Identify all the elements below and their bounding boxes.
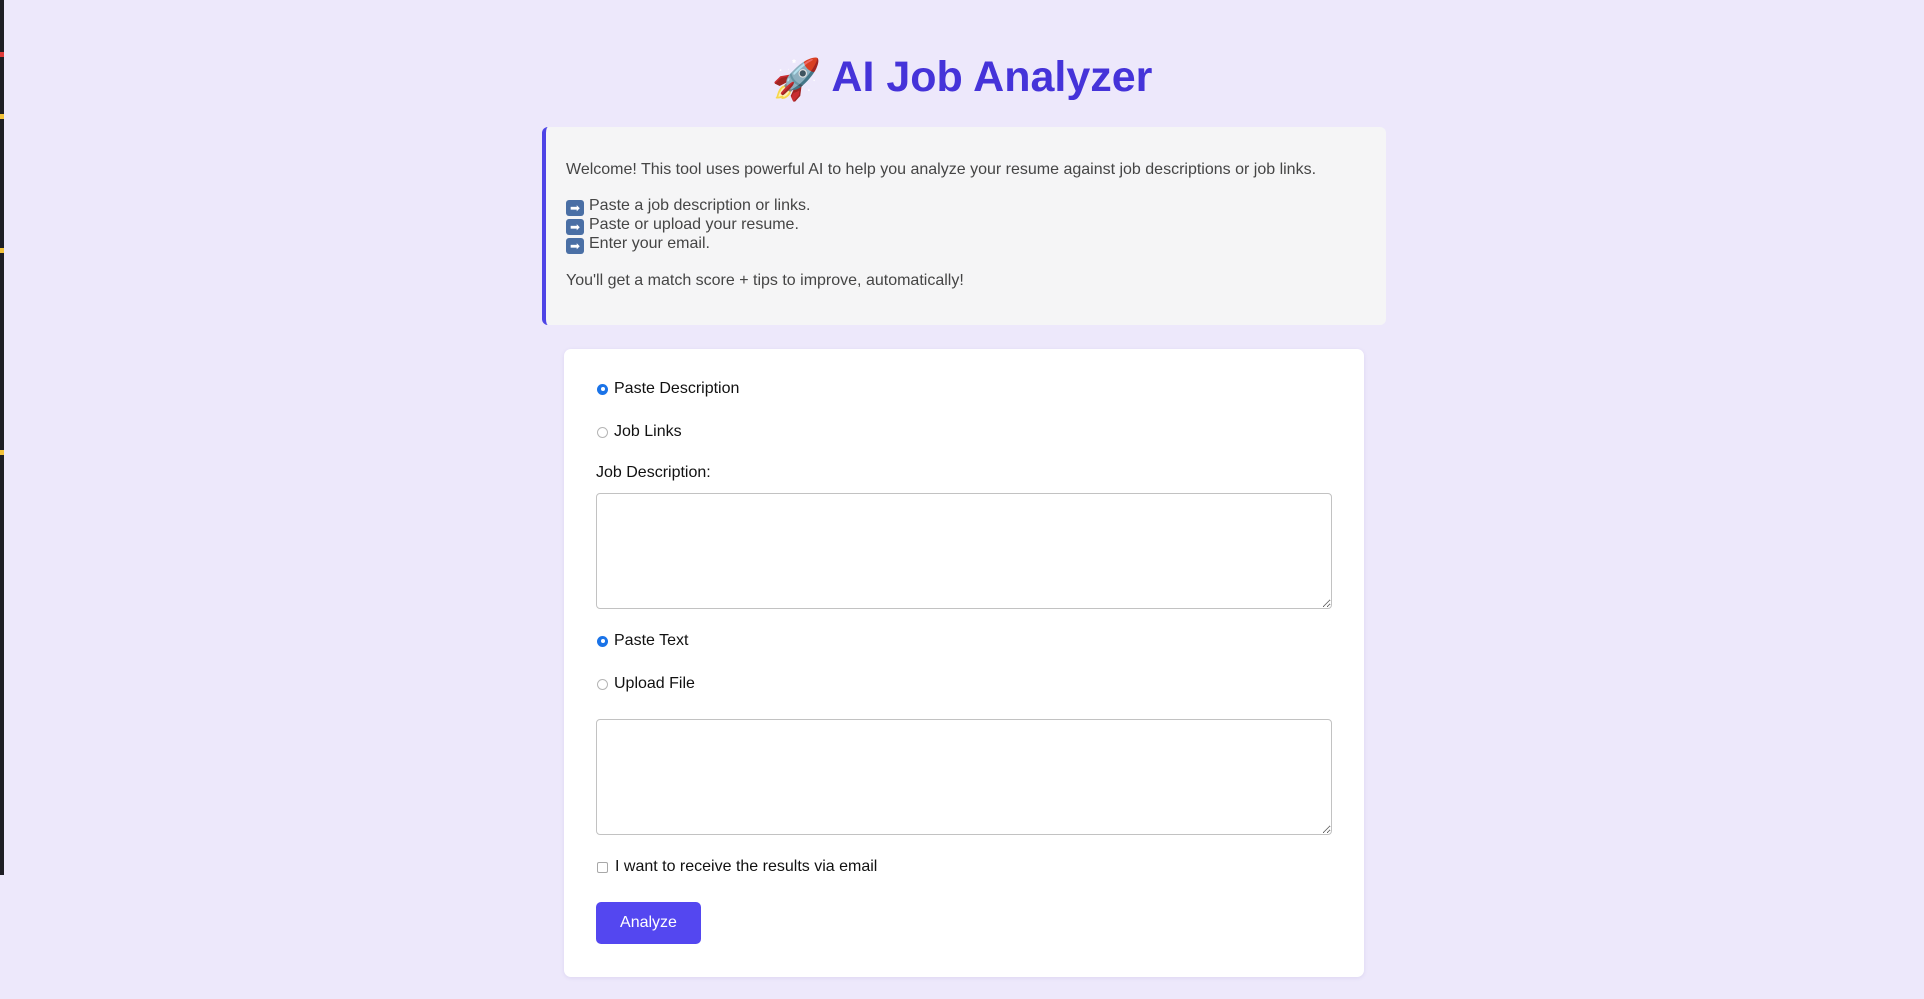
step-item: ➡ Paste or upload your resume. <box>566 216 1366 235</box>
step-item: ➡ Paste a job description or links. <box>566 197 1366 216</box>
radio-label: Paste Text <box>614 632 689 649</box>
arrow-right-icon: ➡ <box>566 219 584 235</box>
step-text: Paste a job description or links. <box>589 197 811 214</box>
radio-label: Paste Description <box>614 380 740 397</box>
radio-label: Upload File <box>614 675 695 692</box>
outro-text: You'll get a match score + tips to impro… <box>566 272 964 289</box>
radio-upload-file[interactable]: Upload File <box>597 674 695 694</box>
arrow-right-icon: ➡ <box>566 238 584 254</box>
analyze-button[interactable]: Analyze <box>596 902 701 944</box>
email-checkbox-label: I want to receive the results via email <box>615 858 878 875</box>
radio-paste-description[interactable]: Paste Description <box>597 379 739 399</box>
edge-marker <box>0 450 4 455</box>
background-window-edge <box>0 0 4 875</box>
radio-button-selected[interactable] <box>597 383 608 395</box>
edge-marker <box>0 114 4 119</box>
page: 🚀 AI Job Analyzer Welcome! This tool uses… <box>0 0 1924 999</box>
arrow-right-icon: ➡ <box>566 200 584 216</box>
step-text: Paste or upload your resume. <box>589 216 799 233</box>
radio-button-selected[interactable] <box>597 635 608 647</box>
radio-button[interactable] <box>597 678 608 690</box>
page-title-text: AI Job Analyzer <box>831 53 1153 101</box>
email-checkbox[interactable] <box>597 861 608 873</box>
job-description-label: Job Description: <box>596 464 711 481</box>
steps-list: ➡ Paste a job description or links. ➡ Past… <box>566 197 1366 254</box>
edge-marker <box>0 248 4 253</box>
page-title: 🚀 AI Job Analyzer <box>0 50 1924 107</box>
radio-paste-text[interactable]: Paste Text <box>597 631 688 651</box>
radio-button[interactable] <box>597 426 608 438</box>
rocket-icon: 🚀 <box>771 58 822 102</box>
intro-panel: Welcome! This tool uses powerful AI to h… <box>542 127 1386 325</box>
job-description-textarea[interactable] <box>596 493 1332 609</box>
radio-label: Job Links <box>614 423 682 440</box>
analyzer-form: Paste Description Job Links Job Descript… <box>564 349 1364 977</box>
email-opt-in[interactable]: I want to receive the results via email <box>597 857 877 877</box>
welcome-text: Welcome! This tool uses powerful AI to h… <box>566 161 1317 178</box>
radio-job-links[interactable]: Job Links <box>597 422 682 442</box>
step-item: ➡ Enter your email. <box>566 235 1366 254</box>
step-text: Enter your email. <box>589 235 710 252</box>
resume-textarea[interactable] <box>596 719 1332 835</box>
